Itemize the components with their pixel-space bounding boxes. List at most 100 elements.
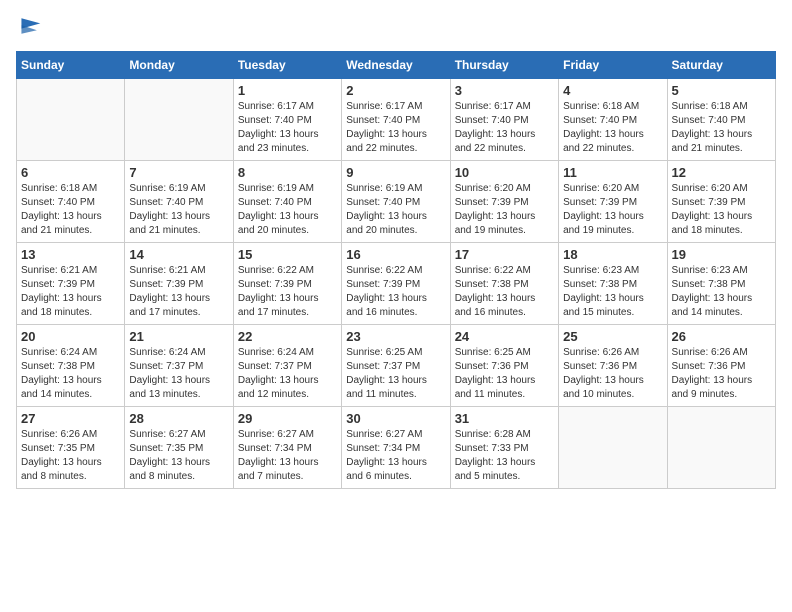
day-number: 21 <box>129 329 228 344</box>
day-info: Sunrise: 6:25 AM Sunset: 7:36 PM Dayligh… <box>455 346 554 402</box>
day-number: 8 <box>238 165 337 180</box>
day-number: 20 <box>21 329 120 344</box>
day-number: 4 <box>563 83 662 98</box>
day-of-week-header: Monday <box>125 52 233 79</box>
calendar-cell: 12 Sunrise: 6:20 AM Sunset: 7:39 PM Dayli… <box>667 161 775 243</box>
calendar-cell: 14 Sunrise: 6:21 AM Sunset: 7:39 PM Dayli… <box>125 243 233 325</box>
calendar-cell: 10 Sunrise: 6:20 AM Sunset: 7:39 PM Dayli… <box>450 161 558 243</box>
calendar-cell: 2 Sunrise: 6:17 AM Sunset: 7:40 PM Daylig… <box>342 79 450 161</box>
day-number: 11 <box>563 165 662 180</box>
calendar-cell <box>667 407 775 489</box>
day-number: 31 <box>455 411 554 426</box>
day-number: 17 <box>455 247 554 262</box>
calendar-cell: 23Sunrise: 6:25 AM Sunset: 7:37 PM Dayli… <box>342 325 450 407</box>
week-row: 1 Sunrise: 6:17 AM Sunset: 7:40 PM Daylig… <box>17 79 776 161</box>
day-info: Sunrise: 6:27 AM Sunset: 7:35 PM Dayligh… <box>129 428 228 484</box>
day-number: 7 <box>129 165 228 180</box>
day-number: 24 <box>455 329 554 344</box>
day-number: 30 <box>346 411 445 426</box>
day-number: 5 <box>672 83 771 98</box>
day-number: 29 <box>238 411 337 426</box>
day-number: 26 <box>672 329 771 344</box>
logo-text <box>16 16 42 41</box>
day-info: Sunrise: 6:17 AM Sunset: 7:40 PM Dayligh… <box>346 100 445 156</box>
calendar-cell: 28Sunrise: 6:27 AM Sunset: 7:35 PM Dayli… <box>125 407 233 489</box>
header <box>16 16 776 41</box>
day-info: Sunrise: 6:28 AM Sunset: 7:33 PM Dayligh… <box>455 428 554 484</box>
calendar-cell: 19 Sunrise: 6:23 AM Sunset: 7:38 PM Dayli… <box>667 243 775 325</box>
day-info: Sunrise: 6:22 AM Sunset: 7:39 PM Dayligh… <box>238 264 337 320</box>
day-info: Sunrise: 6:18 AM Sunset: 7:40 PM Dayligh… <box>21 182 120 238</box>
calendar-cell <box>559 407 667 489</box>
day-info: Sunrise: 6:22 AM Sunset: 7:38 PM Dayligh… <box>455 264 554 320</box>
day-number: 3 <box>455 83 554 98</box>
day-number: 9 <box>346 165 445 180</box>
day-number: 2 <box>346 83 445 98</box>
week-row: 20 Sunrise: 6:24 AM Sunset: 7:38 PM Dayli… <box>17 325 776 407</box>
day-info: Sunrise: 6:23 AM Sunset: 7:38 PM Dayligh… <box>672 264 771 320</box>
calendar-cell: 13Sunrise: 6:21 AM Sunset: 7:39 PM Dayli… <box>17 243 125 325</box>
calendar-table: SundayMondayTuesdayWednesdayThursdayFrid… <box>16 51 776 489</box>
day-number: 18 <box>563 247 662 262</box>
day-info: Sunrise: 6:17 AM Sunset: 7:40 PM Dayligh… <box>455 100 554 156</box>
calendar-cell: 11 Sunrise: 6:20 AM Sunset: 7:39 PM Dayli… <box>559 161 667 243</box>
calendar-cell: 9 Sunrise: 6:19 AM Sunset: 7:40 PM Daylig… <box>342 161 450 243</box>
day-info: Sunrise: 6:27 AM Sunset: 7:34 PM Dayligh… <box>346 428 445 484</box>
calendar-cell: 30 Sunrise: 6:27 AM Sunset: 7:34 PM Dayli… <box>342 407 450 489</box>
day-number: 16 <box>346 247 445 262</box>
day-info: Sunrise: 6:27 AM Sunset: 7:34 PM Dayligh… <box>238 428 337 484</box>
calendar-cell: 24 Sunrise: 6:25 AM Sunset: 7:36 PM Dayli… <box>450 325 558 407</box>
day-number: 10 <box>455 165 554 180</box>
day-info: Sunrise: 6:21 AM Sunset: 7:39 PM Dayligh… <box>129 264 228 320</box>
day-info: Sunrise: 6:20 AM Sunset: 7:39 PM Dayligh… <box>563 182 662 238</box>
days-header-row: SundayMondayTuesdayWednesdayThursdayFrid… <box>17 52 776 79</box>
day-info: Sunrise: 6:23 AM Sunset: 7:38 PM Dayligh… <box>563 264 662 320</box>
calendar-cell: 26 Sunrise: 6:26 AM Sunset: 7:36 PM Dayli… <box>667 325 775 407</box>
day-info: Sunrise: 6:20 AM Sunset: 7:39 PM Dayligh… <box>672 182 771 238</box>
day-number: 12 <box>672 165 771 180</box>
calendar-cell: 7 Sunrise: 6:19 AM Sunset: 7:40 PM Daylig… <box>125 161 233 243</box>
day-info: Sunrise: 6:22 AM Sunset: 7:39 PM Dayligh… <box>346 264 445 320</box>
day-info: Sunrise: 6:20 AM Sunset: 7:39 PM Dayligh… <box>455 182 554 238</box>
day-info: Sunrise: 6:19 AM Sunset: 7:40 PM Dayligh… <box>346 182 445 238</box>
calendar-cell: 21 Sunrise: 6:24 AM Sunset: 7:37 PM Dayli… <box>125 325 233 407</box>
calendar-cell: 18 Sunrise: 6:23 AM Sunset: 7:38 PM Dayli… <box>559 243 667 325</box>
day-info: Sunrise: 6:24 AM Sunset: 7:37 PM Dayligh… <box>129 346 228 402</box>
day-number: 22 <box>238 329 337 344</box>
day-of-week-header: Thursday <box>450 52 558 79</box>
day-number: 6 <box>21 165 120 180</box>
day-info: Sunrise: 6:17 AM Sunset: 7:40 PM Dayligh… <box>238 100 337 156</box>
calendar-cell: 8 Sunrise: 6:19 AM Sunset: 7:40 PM Daylig… <box>233 161 341 243</box>
day-of-week-header: Saturday <box>667 52 775 79</box>
calendar-cell: 6 Sunrise: 6:18 AM Sunset: 7:40 PM Daylig… <box>17 161 125 243</box>
day-info: Sunrise: 6:26 AM Sunset: 7:36 PM Dayligh… <box>563 346 662 402</box>
day-info: Sunrise: 6:24 AM Sunset: 7:38 PM Dayligh… <box>21 346 120 402</box>
day-info: Sunrise: 6:24 AM Sunset: 7:37 PM Dayligh… <box>238 346 337 402</box>
day-number: 19 <box>672 247 771 262</box>
day-number: 1 <box>238 83 337 98</box>
calendar-cell: 1 Sunrise: 6:17 AM Sunset: 7:40 PM Daylig… <box>233 79 341 161</box>
day-of-week-header: Tuesday <box>233 52 341 79</box>
day-info: Sunrise: 6:19 AM Sunset: 7:40 PM Dayligh… <box>129 182 228 238</box>
calendar-cell: 22 Sunrise: 6:24 AM Sunset: 7:37 PM Dayli… <box>233 325 341 407</box>
calendar-cell: 16 Sunrise: 6:22 AM Sunset: 7:39 PM Dayli… <box>342 243 450 325</box>
day-number: 14 <box>129 247 228 262</box>
logo-flag-icon <box>18 16 42 36</box>
day-number: 15 <box>238 247 337 262</box>
week-row: 6 Sunrise: 6:18 AM Sunset: 7:40 PM Daylig… <box>17 161 776 243</box>
calendar-cell: 25Sunrise: 6:26 AM Sunset: 7:36 PM Dayli… <box>559 325 667 407</box>
calendar-cell: 29 Sunrise: 6:27 AM Sunset: 7:34 PM Dayli… <box>233 407 341 489</box>
calendar-cell: 4Sunrise: 6:18 AM Sunset: 7:40 PM Daylig… <box>559 79 667 161</box>
logo <box>16 16 42 41</box>
day-of-week-header: Sunday <box>17 52 125 79</box>
calendar-cell: 17 Sunrise: 6:22 AM Sunset: 7:38 PM Dayli… <box>450 243 558 325</box>
day-info: Sunrise: 6:25 AM Sunset: 7:37 PM Dayligh… <box>346 346 445 402</box>
calendar-cell: 31 Sunrise: 6:28 AM Sunset: 7:33 PM Dayli… <box>450 407 558 489</box>
day-info: Sunrise: 6:26 AM Sunset: 7:36 PM Dayligh… <box>672 346 771 402</box>
day-info: Sunrise: 6:19 AM Sunset: 7:40 PM Dayligh… <box>238 182 337 238</box>
calendar-cell: 27Sunrise: 6:26 AM Sunset: 7:35 PM Dayli… <box>17 407 125 489</box>
week-row: 27Sunrise: 6:26 AM Sunset: 7:35 PM Dayli… <box>17 407 776 489</box>
week-row: 13Sunrise: 6:21 AM Sunset: 7:39 PM Dayli… <box>17 243 776 325</box>
calendar-cell <box>17 79 125 161</box>
calendar-cell: 5Sunrise: 6:18 AM Sunset: 7:40 PM Daylig… <box>667 79 775 161</box>
